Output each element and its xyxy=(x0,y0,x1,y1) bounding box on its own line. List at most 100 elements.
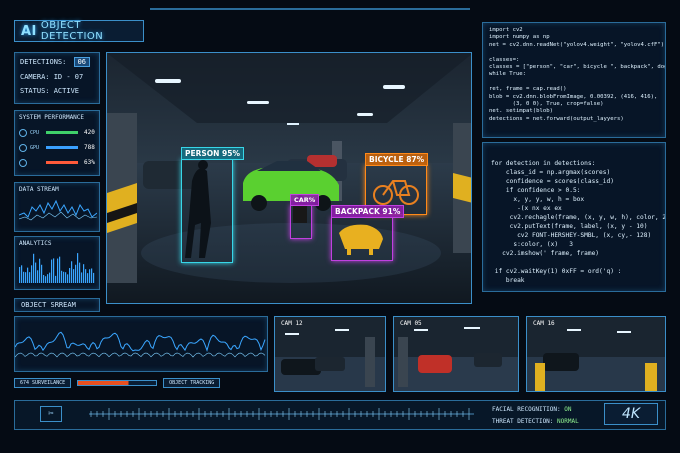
analytics-panel: ANALYTICS xyxy=(14,236,100,290)
data-stream-title: DATA STREAM xyxy=(19,186,59,193)
facial-recognition-row: FACIAL RECOGNITION: ON xyxy=(492,404,598,416)
analytics-title: ANALYTICS xyxy=(19,240,52,247)
perf-row-usage: 63% xyxy=(19,155,95,170)
spectrum-bar xyxy=(93,272,95,283)
camera-thumbnail-05[interactable]: CAM 05 xyxy=(393,316,519,392)
performance-title: SYSTEM PERFORMANCE xyxy=(19,114,85,121)
facial-label: FACIAL RECOGNITION: xyxy=(492,406,561,413)
data-stream-panel: DATA STREAM xyxy=(14,182,100,232)
waveform-line xyxy=(14,352,266,358)
spectrum-bar xyxy=(71,261,73,283)
code-top-line: while True: xyxy=(489,71,527,78)
spectrum-bar xyxy=(69,268,71,283)
camera-thumbnail-12[interactable]: CAM 12 xyxy=(274,316,386,392)
code-bottom-line: confidence = scores(class_id) xyxy=(491,178,614,185)
spectrum-bar xyxy=(27,267,29,283)
recognition-status: FACIAL RECOGNITION: ON THREAT DETECTION:… xyxy=(492,404,598,428)
code-bottom-line: x, y, y, w, h = box xyxy=(491,196,585,203)
code-bottom-line: s:color, (x) 3 xyxy=(491,241,573,248)
gpu-bar xyxy=(46,146,78,149)
gpu-label: GPU xyxy=(30,144,40,151)
waveform-graph xyxy=(14,331,266,358)
camera-thumbnail-16[interactable]: CAM 16 xyxy=(526,316,666,392)
code-panel-bottom: for detection in detections: class_id = … xyxy=(482,142,666,292)
detections-label: DETECTIONS: xyxy=(20,58,67,66)
cam-12-label: CAM 12 xyxy=(281,320,303,327)
perf-row-gpu: GPU 788 xyxy=(19,140,95,155)
surveillance-chip[interactable]: 674 SURVEILANCE xyxy=(14,378,72,388)
spectrum-bar xyxy=(65,272,67,283)
gpu-icon xyxy=(19,143,27,152)
app-title: AI OBJECT DETECTION xyxy=(14,20,144,42)
detection-tag-person: PERSON 95% xyxy=(181,147,245,160)
code-top-line: import cv2 xyxy=(489,27,523,33)
spectrum-bar xyxy=(85,269,87,283)
spectrum-bar xyxy=(47,274,49,283)
spectrum-bar xyxy=(55,275,57,283)
system-performance-panel: SYSTEM PERFORMANCE CPU 420 GPU 788 63% xyxy=(14,110,100,176)
detection-box-person[interactable] xyxy=(181,159,233,263)
code-top-line: net. setimpat(blob) xyxy=(489,108,553,115)
spectrum-bar xyxy=(33,253,35,283)
code-top-line: import numpy as np xyxy=(489,34,550,41)
code-top-line: (3, 0 0), True, crop=false) xyxy=(489,101,604,108)
spectrum-bar xyxy=(23,271,25,283)
cam-16-scene xyxy=(527,317,665,391)
detection-info-panel: DETECTIONS: 06 CAMERA: ID - 07 STATUS: A… xyxy=(14,52,100,104)
code-bottom-line: cv2.imshow(' frame, frame) xyxy=(491,250,600,257)
code-bottom-line: cv2.rechagle(frame, (x, y, w, h), color,… xyxy=(491,214,666,221)
code-bottom-line: cv2.putText(frame, label, (x, y - 10) xyxy=(491,223,648,230)
cpu-icon xyxy=(19,128,27,137)
spectrum-bar xyxy=(61,270,63,283)
cam-05-label: CAM 05 xyxy=(400,320,422,327)
code-bottom-line: if confidence > 0.5: xyxy=(491,187,581,194)
top-frame-line xyxy=(150,8,470,18)
detection-box-car[interactable] xyxy=(290,205,312,239)
camera-id: CAMERA: ID - 07 xyxy=(20,73,84,81)
object-stream-waveform xyxy=(14,316,268,372)
usage-value: 63% xyxy=(84,159,95,166)
cpu-value: 420 xyxy=(84,129,95,136)
code-bottom-line: break xyxy=(491,277,525,284)
object-tracking-chip[interactable]: OBJECT TRACKING xyxy=(163,378,221,388)
code-bottom-line: if cv2.waitKey(1) 0xFF = ord('q) : xyxy=(491,268,622,275)
spectrum-bar xyxy=(79,262,81,283)
spectrum-bar xyxy=(57,258,59,283)
threat-label: THREAT DETECTION: xyxy=(492,418,554,425)
spectrum-bar xyxy=(39,258,41,283)
cam-05-scene xyxy=(394,317,518,391)
spectrum-bar xyxy=(43,274,45,283)
tracking-progress-bar xyxy=(77,380,158,386)
usage-bar xyxy=(46,161,78,164)
spectrum-bar xyxy=(45,276,47,283)
code-bottom-line: cv2 FONT-HERSHEY-SMBL, (x, cy,- 128) xyxy=(491,232,652,239)
main-camera-feed[interactable]: PERSON 95% BICYCLE 87% CAR% BACKPACK 91% xyxy=(106,52,472,304)
spectrum-bar xyxy=(37,270,39,283)
perf-row-cpu: CPU 420 xyxy=(19,125,95,140)
code-top-line: net = cv2.dnn.readNet("yolov4.weight", "… xyxy=(489,41,665,48)
footer-timeline xyxy=(89,408,474,420)
cpu-bar xyxy=(46,131,78,134)
spectrum-bar xyxy=(19,267,21,283)
spectrum-bar xyxy=(53,258,55,283)
scissor-icon[interactable]: ✂ xyxy=(40,406,62,422)
detection-box-backpack[interactable] xyxy=(331,217,393,261)
gpu-value: 788 xyxy=(84,144,95,151)
ai-label: AI xyxy=(21,23,37,39)
detection-tag-car: CAR% xyxy=(290,194,320,206)
cam-16-label: CAM 16 xyxy=(533,320,555,327)
spectrum-bar xyxy=(75,264,77,283)
spectrum-bar xyxy=(63,271,65,283)
spectrum-bar xyxy=(59,256,61,283)
threat-value: NORMAL xyxy=(557,418,579,425)
spectrum-bar xyxy=(29,272,31,283)
spectrum-bar xyxy=(89,269,91,283)
spectrum-bar xyxy=(49,272,51,283)
cpu-label: CPU xyxy=(30,129,40,136)
spectrum-bar xyxy=(91,268,93,283)
spectrum-bar xyxy=(87,273,89,283)
facial-value: ON xyxy=(564,406,572,413)
spectrum-bar xyxy=(83,264,85,283)
object-stream-title: OBJECT SRREAM xyxy=(14,298,100,312)
spectrum-bar xyxy=(35,262,37,283)
